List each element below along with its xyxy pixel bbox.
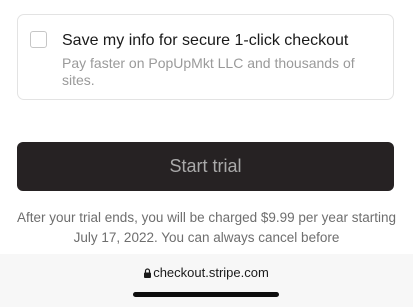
lock-icon — [144, 266, 152, 278]
browser-address-bar[interactable]: checkout.stripe.com — [0, 254, 413, 307]
save-info-checkbox[interactable] — [30, 31, 47, 48]
url-display[interactable]: checkout.stripe.com — [0, 265, 413, 281]
url-text: checkout.stripe.com — [153, 265, 269, 280]
save-info-description: Pay faster on PopUpMkt LLC and thousands… — [62, 55, 355, 88]
trial-terms-text: After your trial ends, you will be charg… — [17, 210, 396, 245]
start-trial-button[interactable]: Start trial — [17, 142, 394, 191]
home-indicator[interactable] — [133, 292, 279, 297]
save-info-card[interactable]: Save my info for secure 1-click checkout… — [17, 14, 394, 100]
save-info-title: Save my info for secure 1-click checkout — [62, 32, 349, 49]
